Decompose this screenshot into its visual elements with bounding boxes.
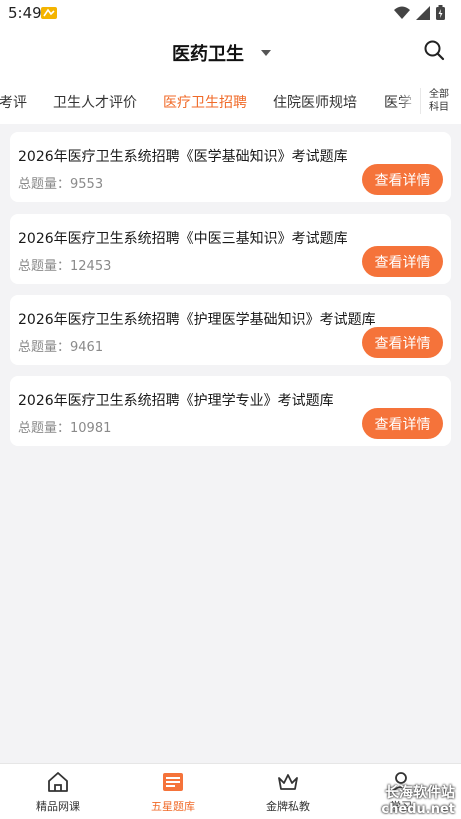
card-title: 2026年医疗卫生系统招聘《护理学专业》考试题库: [18, 393, 334, 409]
tab-kaoping[interactable]: 考评: [0, 92, 27, 112]
all-subjects-button[interactable]: 全部 科目: [424, 88, 454, 114]
card-count: 总题量：12453: [18, 255, 111, 274]
count-label: 总题量：: [18, 177, 71, 192]
card-count: 总题量：9553: [18, 173, 103, 192]
status-bar: 5:49: [0, 0, 461, 26]
crown-icon: [278, 774, 298, 790]
count-value: 10981: [70, 421, 112, 436]
caret-down-icon: [261, 50, 271, 56]
list-item[interactable]: 2026年医疗卫生系统招聘《中医三基知识》考试题库 总题量：12453 查看详情: [10, 214, 451, 284]
nav-label: 金牌私教: [266, 800, 310, 813]
count-label: 总题量：: [18, 340, 71, 355]
watermark-url: chedu.net: [381, 802, 455, 817]
card-count: 总题量：10981: [18, 417, 111, 436]
home-icon: [48, 772, 68, 792]
nav-item-question-bank[interactable]: 五星题库: [133, 770, 213, 814]
page-title: 医药卫生: [172, 44, 244, 65]
tab-resident-training[interactable]: 住院医师规培: [273, 92, 357, 112]
list-item[interactable]: 2026年医疗卫生系统招聘《医学基础知识》考试题库 总题量：9553 查看详情: [10, 132, 451, 202]
battery-icon: [436, 5, 445, 20]
tabs-scroll[interactable]: 考评 卫生人才评价 医疗卫生招聘 住院医师规培 医学: [0, 78, 418, 124]
status-indicators: [394, 5, 445, 20]
wifi-icon: [394, 6, 410, 19]
all-subjects-line1: 全部: [429, 89, 449, 100]
watermark-text: 长海软件站: [385, 785, 455, 801]
list-item[interactable]: 2026年医疗卫生系统招聘《护理医学基础知识》考试题库 总题量：9461 查看详…: [10, 295, 451, 365]
card-title: 2026年医疗卫生系统招聘《护理医学基础知识》考试题库: [18, 312, 376, 328]
tab-medical-recruitment[interactable]: 医疗卫生招聘: [163, 92, 247, 112]
tab-divider: [420, 88, 421, 114]
nav-item-courses[interactable]: 精品网课: [18, 770, 98, 814]
subject-tab-bar: 考评 卫生人才评价 医疗卫生招聘 住院医师规培 医学 全部 科目: [0, 78, 461, 124]
count-value: 12453: [70, 259, 112, 274]
view-details-button[interactable]: 查看详情: [362, 246, 443, 277]
question-bank-icon: [163, 773, 183, 791]
count-label: 总题量：: [18, 421, 71, 436]
card-count: 总题量：9461: [18, 336, 103, 355]
count-label: 总题量：: [18, 259, 71, 274]
watermark: 长海软件站 chedu.net: [381, 782, 455, 817]
view-details-button[interactable]: 查看详情: [362, 327, 443, 358]
list-item[interactable]: 2026年医疗卫生系统招聘《护理学专业》考试题库 总题量：10981 查看详情: [10, 376, 451, 446]
count-value: 9461: [70, 340, 104, 355]
card-title: 2026年医疗卫生系统招聘《中医三基知识》考试题库: [18, 231, 348, 247]
all-subjects-line2: 科目: [429, 102, 449, 113]
signal-icon: [416, 5, 430, 20]
nav-label: 五星题库: [151, 800, 195, 813]
view-details-button[interactable]: 查看详情: [362, 164, 443, 195]
tabs-fade: [398, 78, 418, 124]
count-value: 9553: [70, 177, 104, 192]
app-notification-icon: [41, 7, 57, 19]
top-header: 医药卫生: [0, 26, 461, 78]
search-icon[interactable]: [423, 39, 445, 61]
nav-item-private-tutor[interactable]: 金牌私教: [248, 770, 328, 814]
card-title: 2026年医疗卫生系统招聘《医学基础知识》考试题库: [18, 149, 348, 165]
nav-label: 精品网课: [36, 800, 80, 813]
view-details-button[interactable]: 查看详情: [362, 408, 443, 439]
category-selector[interactable]: 医药卫生: [172, 40, 272, 66]
status-time: 5:49: [8, 4, 42, 22]
tab-health-talent-evaluation[interactable]: 卫生人才评价: [53, 92, 137, 112]
